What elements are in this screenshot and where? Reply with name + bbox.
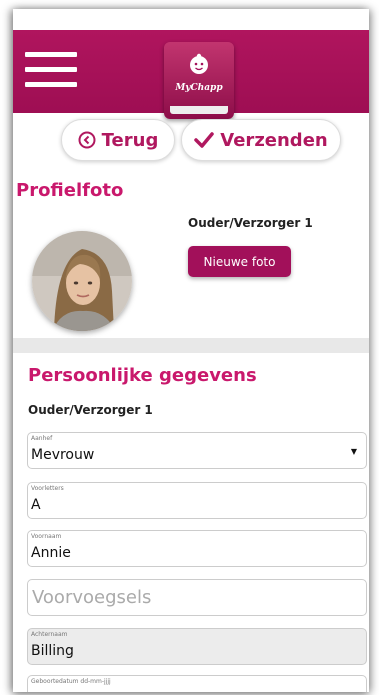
logo-text: MyChapp xyxy=(175,83,223,93)
app-screen: MyChapp Terug Verzenden Profielfoto Oude… xyxy=(13,9,369,692)
prefixes-placeholder: Voorvoegsels xyxy=(32,587,152,608)
profile-photo xyxy=(32,231,132,331)
hamburger-menu-icon[interactable] xyxy=(25,52,77,92)
checkmark-icon xyxy=(194,132,215,148)
top-bar: MyChapp xyxy=(13,30,369,119)
baby-icon xyxy=(190,53,208,74)
salutation-label: Aanhef xyxy=(31,435,53,442)
profile-photo-heading: Profielfoto xyxy=(16,180,124,201)
dropdown-caret-icon: ▼ xyxy=(350,447,357,456)
last-name-field: Achternaam Billing xyxy=(27,628,367,665)
salutation-value: Mevrouw xyxy=(31,447,95,463)
first-name-value: Annie xyxy=(31,545,71,561)
circle-chevron-left-icon xyxy=(78,131,96,149)
app-logo[interactable]: MyChapp xyxy=(164,42,234,119)
section-divider xyxy=(13,338,369,353)
new-photo-button[interactable]: Nieuwe foto xyxy=(188,246,291,277)
salutation-select[interactable]: Aanhef Mevrouw ▼ xyxy=(27,432,367,469)
last-name-label: Achternaam xyxy=(31,631,68,638)
initials-label: Voorletters xyxy=(31,485,64,492)
initials-field[interactable]: Voorletters A xyxy=(27,482,367,519)
avatar xyxy=(32,231,132,331)
birth-date-field[interactable]: Geboortedatum dd-mm-jjjj xyxy=(27,675,367,692)
last-name-value: Billing xyxy=(31,643,74,659)
prefixes-field[interactable]: Voorvoegsels xyxy=(27,579,367,616)
first-name-label: Voornaam xyxy=(31,533,62,540)
photo-parent-label: Ouder/Verzorger 1 xyxy=(188,216,313,230)
first-name-field[interactable]: Voornaam Annie xyxy=(27,530,367,567)
initials-value: A xyxy=(31,497,41,513)
send-button-label: Verzenden xyxy=(220,129,328,151)
send-button[interactable]: Verzenden xyxy=(181,119,341,161)
back-button-label: Terug xyxy=(101,129,159,151)
logo-book-pages xyxy=(170,106,228,114)
personal-parent-label: Ouder/Verzorger 1 xyxy=(28,403,153,417)
birth-date-label: Geboortedatum dd-mm-jjjj xyxy=(31,678,111,685)
back-button[interactable]: Terug xyxy=(61,119,175,161)
personal-details-heading: Persoonlijke gegevens xyxy=(28,365,257,386)
action-buttons: Terug Verzenden xyxy=(13,119,369,161)
